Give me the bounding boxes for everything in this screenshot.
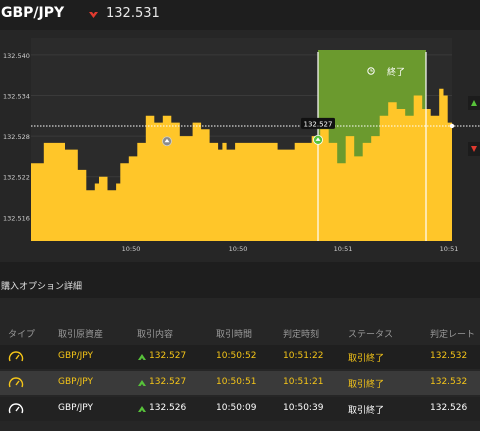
current-rate: 132.531 bbox=[106, 6, 160, 21]
row-asset: GBP/JPY bbox=[58, 377, 93, 387]
header-judge-time: 判定時刻 bbox=[283, 330, 320, 340]
entry-label: 132.527 bbox=[304, 120, 333, 128]
gauge-icon bbox=[8, 403, 24, 414]
table-row[interactable]: GBP/JPY 132.527 10:50:51 10:51:21 取引終了 1… bbox=[0, 371, 480, 395]
details-title: 購入オプション詳細 bbox=[1, 282, 83, 292]
row-rate: 132.532 bbox=[430, 351, 468, 361]
row-rate: 132.532 bbox=[430, 377, 468, 387]
price-chart-panel: 132.540 132.534 132.528 132.522 132.516 10:50… bbox=[0, 30, 480, 262]
row-time: 10:50:52 bbox=[216, 351, 257, 361]
x-tick-label: 10:51 bbox=[334, 245, 353, 253]
row-rate: 132.526 bbox=[430, 403, 468, 413]
up-arrow-icon bbox=[138, 354, 146, 360]
x-tick-label: 10:50 bbox=[122, 245, 141, 253]
row-content: 132.527 bbox=[149, 351, 187, 361]
header-asset: 取引原資産 bbox=[58, 330, 104, 340]
header-time: 取引時間 bbox=[216, 330, 253, 340]
row-status: 取引終了 bbox=[348, 354, 385, 364]
header-type: タイプ bbox=[8, 330, 36, 340]
row-asset: GBP/JPY bbox=[58, 403, 93, 413]
row-time: 10:50:09 bbox=[216, 403, 257, 413]
header-bar: GBP/JPY 132.531 bbox=[0, 0, 480, 30]
down-direction-icon bbox=[89, 12, 98, 18]
x-tick-label: 10:51 bbox=[440, 245, 459, 253]
row-judge-time: 10:51:21 bbox=[283, 377, 324, 387]
expired-label: 終了 bbox=[387, 66, 405, 78]
up-arrow-icon bbox=[138, 406, 146, 412]
row-judge-time: 10:51:22 bbox=[283, 351, 324, 361]
current-price-dot bbox=[449, 123, 455, 129]
y-tick-label: 132.528 bbox=[3, 133, 30, 141]
gauge-icon bbox=[8, 351, 24, 362]
currency-pair-label[interactable]: GBP/JPY bbox=[1, 5, 64, 21]
table-row[interactable]: GBP/JPY 132.526 10:50:09 10:50:39 取引終了 1… bbox=[0, 397, 480, 421]
row-content: 132.527 bbox=[149, 377, 187, 387]
header-status: ステータス bbox=[348, 330, 394, 340]
y-tick-label: 132.516 bbox=[3, 214, 30, 222]
y-tick-label: 132.540 bbox=[3, 52, 30, 60]
gauge-icon bbox=[8, 377, 24, 388]
row-status: 取引終了 bbox=[348, 380, 385, 390]
up-arrow-icon bbox=[138, 380, 146, 386]
row-time: 10:50:51 bbox=[216, 377, 257, 387]
row-status: 取引終了 bbox=[348, 406, 385, 416]
header-rate: 判定レート bbox=[430, 330, 476, 340]
row-judge-time: 10:50:39 bbox=[283, 403, 324, 413]
y-tick-label: 132.522 bbox=[3, 174, 30, 182]
row-content: 132.526 bbox=[149, 403, 187, 413]
x-tick-label: 10:50 bbox=[229, 245, 248, 253]
row-asset: GBP/JPY bbox=[58, 351, 93, 361]
header-content: 取引内容 bbox=[137, 330, 174, 340]
table-row[interactable]: GBP/JPY 132.527 10:50:52 10:51:22 取引終了 1… bbox=[0, 345, 480, 369]
price-chart[interactable]: 132.540 132.534 132.528 132.522 132.516 10:50… bbox=[0, 30, 480, 262]
y-tick-label: 132.534 bbox=[3, 93, 30, 101]
